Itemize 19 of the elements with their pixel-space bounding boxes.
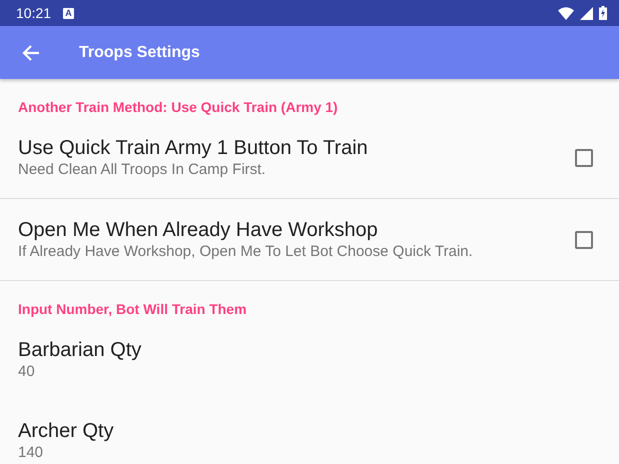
battery-icon — [599, 6, 607, 20]
checkbox[interactable] — [575, 231, 593, 249]
preference-summary: Need Clean All Troops In Camp First. — [18, 160, 267, 180]
notification-icon: A — [63, 8, 74, 18]
back-arrow-icon[interactable] — [21, 42, 41, 62]
preference-title[interactable]: Barbarian Qty — [18, 338, 593, 362]
category-header: Input Number, Bot Will Train Them — [17, 300, 248, 319]
preference-summary: 140 — [18, 443, 44, 463]
preference-summary: 40 — [18, 362, 36, 382]
category-header: Another Train Method: Use Quick Train (Army 1) — [17, 98, 339, 117]
checkbox[interactable] — [575, 149, 593, 167]
signal-icon — [580, 6, 593, 20]
preference-title[interactable]: Use Quick Train Army 1 Button To Train — [18, 136, 563, 160]
wifi-icon — [558, 6, 574, 20]
status-time: 10:21 — [16, 5, 52, 21]
preference-summary: If Already Have Workshop, Open Me To Let Bot Choose Quick Train. — [18, 242, 474, 262]
preference-title[interactable]: Archer Qty — [18, 419, 593, 443]
preference-title[interactable]: Open Me When Already Have Workshop — [18, 218, 563, 242]
screen-title: Troops Settings — [79, 44, 200, 62]
